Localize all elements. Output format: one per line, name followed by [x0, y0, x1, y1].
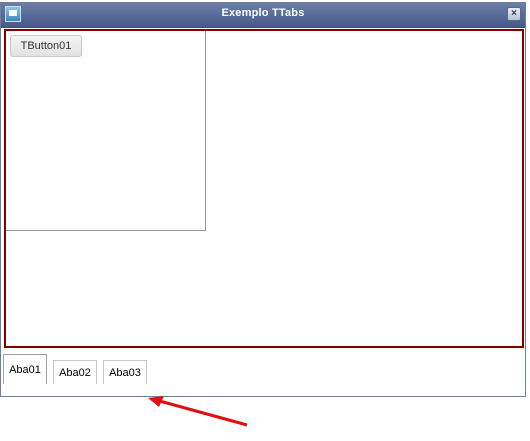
close-icon[interactable]: ×	[507, 7, 521, 21]
title-bar[interactable]: Exemplo TTabs ×	[1, 3, 525, 28]
inner-panel: TButton01	[6, 31, 206, 231]
tab-strip: Aba01 Aba02 Aba03	[3, 352, 303, 384]
annotation-arrow-icon	[148, 396, 248, 427]
window-title: Exemplo TTabs	[221, 7, 305, 19]
tab-content-panel: TButton01	[4, 29, 524, 348]
tab-aba02[interactable]: Aba02	[53, 360, 97, 384]
dialog-window: Exemplo TTabs × TButton01 Aba01 Aba02 Ab…	[0, 2, 526, 397]
tbutton01-button[interactable]: TButton01	[10, 35, 82, 57]
arrow-shaft	[155, 398, 248, 427]
tab-aba03[interactable]: Aba03	[103, 360, 147, 384]
tab-aba01[interactable]: Aba01	[3, 354, 47, 384]
